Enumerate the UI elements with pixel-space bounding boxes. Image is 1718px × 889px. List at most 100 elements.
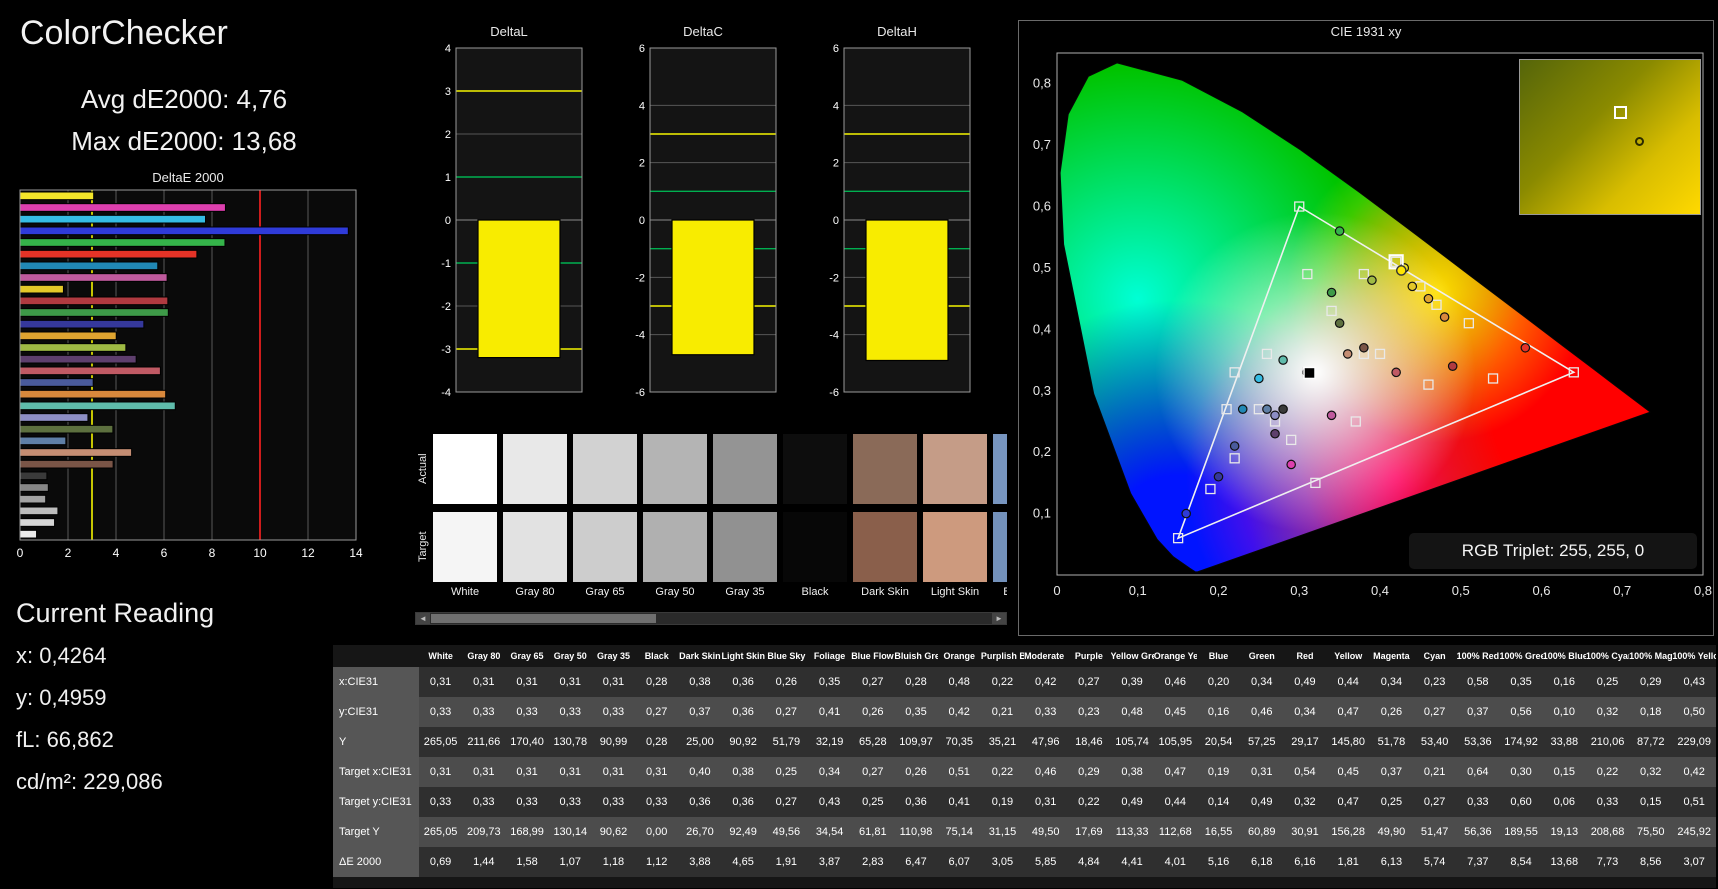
de-bar-light-skin	[19, 448, 133, 457]
column-header-bluish-green: Bluish Green	[894, 651, 938, 661]
table-cell: 0,32	[1596, 706, 1619, 718]
table-cell: 0,33	[559, 796, 581, 808]
table-cell: 16,55	[1204, 826, 1233, 838]
swatch-column-light-skin: Light Skin	[923, 434, 987, 604]
table-cell: 8,56	[1640, 856, 1662, 868]
table-cell: 170,40	[510, 736, 544, 748]
column-header-cyan: Cyan	[1423, 651, 1446, 661]
table-cell: 0,31	[559, 676, 581, 688]
swatch-column-dark-skin: Dark Skin	[853, 434, 917, 604]
table-cell: 0,27	[1423, 706, 1446, 718]
table-cell: 0,36	[905, 796, 927, 808]
swatch-label: Gray 50	[655, 586, 695, 598]
measured-marker-black	[1278, 404, 1288, 414]
table-row--e-2000: ΔE 2000 0,69 1,44 1,58 1,07 1,18 1,12 3,88 4,65 1…	[333, 847, 1716, 877]
table-cell: 189,55	[1504, 826, 1538, 838]
table-cell: 0,60	[1510, 796, 1532, 808]
table-cell: 90,99	[599, 736, 628, 748]
column-header-100-green: 100% Green	[1499, 651, 1542, 661]
measured-marker-yellow-green	[1367, 275, 1377, 286]
measured-marker-green	[1326, 287, 1337, 298]
table-cell: 8,54	[1510, 856, 1532, 868]
table-cell: 0,36	[732, 796, 754, 808]
x-tick-label: 6	[161, 546, 168, 560]
x-tick-label: 8	[209, 546, 216, 560]
de-bar-purple	[19, 354, 137, 364]
scroll-left-button[interactable]: ◄	[416, 613, 430, 624]
table-cell: 0,34	[818, 766, 841, 778]
inset-target-marker	[1613, 106, 1627, 120]
table-cell: 0,49	[1251, 796, 1273, 808]
scrollbar-track[interactable]	[430, 613, 992, 624]
table-cell: 3,07	[1683, 856, 1705, 868]
x-tick-label: 0,1	[1129, 583, 1147, 598]
table-cell: 4,01	[1164, 856, 1187, 868]
table-cell: 0,31	[1251, 766, 1273, 778]
column-header-moderate-red: Moderate Red	[1024, 651, 1067, 661]
table-cell: 1,18	[602, 856, 625, 868]
y-tick-label: -2	[635, 272, 645, 284]
x-tick-label: 0,7	[1613, 583, 1631, 598]
table-cell: 0,33	[473, 796, 495, 808]
table-cell: 0,25	[862, 796, 884, 808]
table-cell: 0,51	[1683, 796, 1705, 808]
table-cell: 0,25	[1596, 676, 1619, 688]
table-cell: 5,85	[1034, 856, 1057, 868]
scrollbar-thumb[interactable]	[431, 614, 656, 623]
table-cell: 0,06	[1553, 796, 1575, 808]
table-cell: 208,68	[1590, 826, 1625, 838]
table-cell: 0,27	[775, 796, 798, 808]
de-bar-gray-35	[19, 483, 49, 492]
column-header-100-yellow: 100% Yellow	[1672, 651, 1716, 661]
y-tick-label: 0,1	[1033, 506, 1051, 521]
max-de2000: Max dE2000: 13,68	[71, 126, 297, 156]
table-cell: 0,46	[1034, 766, 1057, 778]
de-bar-purplish-blue	[19, 378, 94, 387]
current-luminance-value: cd/m²: 229,086	[16, 769, 163, 794]
table-cell: 53,40	[1420, 736, 1449, 748]
swatch-label: Blue Sky	[1003, 586, 1007, 598]
table-cell: 5,74	[1423, 856, 1446, 868]
deltaL-bar	[477, 219, 561, 359]
column-header-purple: Purple	[1074, 651, 1103, 661]
swatch-scrollbar[interactable]: ◄ ►	[415, 612, 1007, 625]
table-cell: 0,20	[1207, 676, 1230, 688]
column-header-blue: Blue	[1208, 651, 1229, 661]
column-header-blue-flower: Blue Flower	[851, 651, 894, 661]
table-cell: 0,47	[1337, 796, 1359, 808]
swatch-label: Gray 65	[585, 586, 625, 598]
swatch-column-gray-50: Gray 50	[643, 434, 707, 604]
table-cell: 0,38	[1121, 766, 1143, 778]
column-header-magenta: Magenta	[1373, 651, 1410, 661]
measured-marker-blue	[1213, 471, 1224, 482]
swatch-actual-blue-sky	[993, 434, 1007, 504]
table-cell: 26,70	[686, 826, 714, 838]
scroll-right-button[interactable]: ►	[992, 613, 1006, 624]
table-row-target-x-cie31: Target x:CIE31 0,31 0,31 0,31 0,31 0,31 0,31 0,…	[333, 757, 1716, 787]
x-tick-label: 0	[1053, 583, 1060, 598]
swatch-column-white: White	[433, 434, 497, 604]
table-cell: 0,48	[948, 676, 970, 688]
table-cell: 51,47	[1420, 826, 1449, 838]
table-corner-cell	[333, 645, 419, 667]
table-cell: 60,89	[1248, 826, 1276, 838]
table-cell: 0,00	[645, 826, 668, 838]
table-cell: 0,33	[429, 796, 452, 808]
swatch-strip: White Gray 80 Gray 65 Gray 50 Gray 35 Black Da…	[433, 434, 1007, 604]
y-tick-label: 4	[445, 43, 451, 55]
table-cell: 0,31	[473, 676, 495, 688]
colorchecker-table: White Gray 80 Gray 65 Gray 50 Gray 35 Black Da…	[333, 645, 1716, 877]
y-tick-label: 0	[639, 215, 645, 227]
table-cell: 90,92	[729, 736, 757, 748]
table-cell: 0,26	[775, 676, 798, 688]
table-cell: 75,50	[1636, 826, 1665, 838]
table-cell: 0,47	[1164, 766, 1187, 778]
table-cell: 0,40	[689, 766, 711, 778]
table-cell: 0,14	[1207, 796, 1230, 808]
x-tick-label: 2	[65, 546, 72, 560]
de-bar-100-magenta	[19, 203, 226, 212]
deltal-plot: 4 3 2 1 0 -1 -2 -3 -4	[441, 43, 583, 399]
table-row-target-y: Target Y 265,05 209,73 168,99 130,14 90,62 0,0…	[333, 817, 1716, 847]
x-tick-label: 0,4	[1371, 583, 1389, 598]
table-cell: 0,27	[862, 766, 884, 778]
